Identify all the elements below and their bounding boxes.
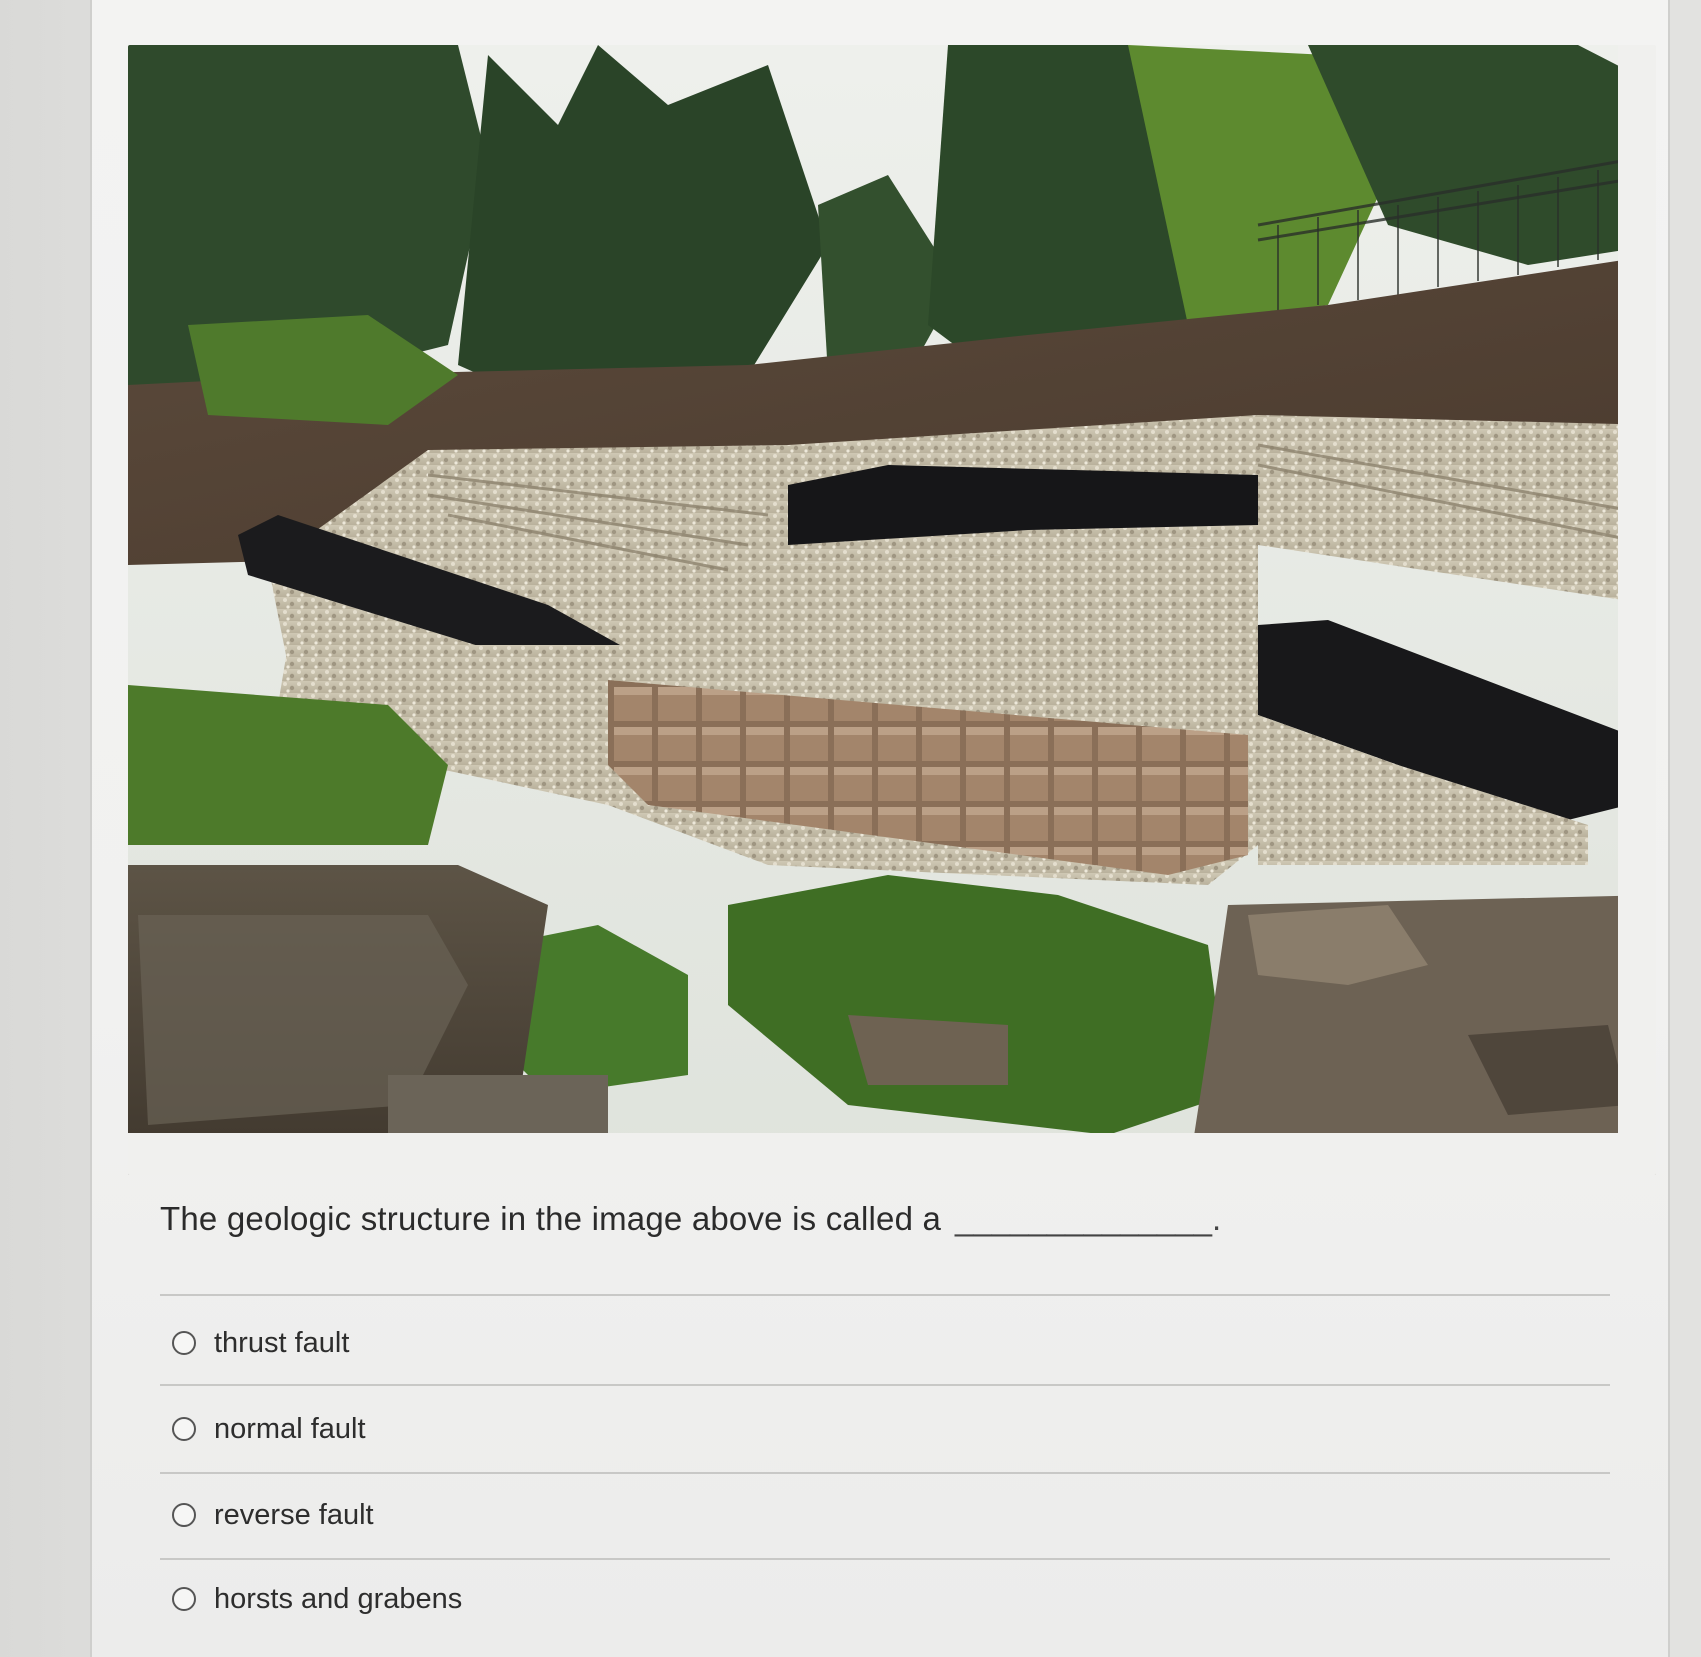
question-blank: ______________. — [955, 1200, 1222, 1237]
option-label: reverse fault — [214, 1498, 374, 1531]
radio-button[interactable] — [172, 1331, 196, 1355]
divider — [160, 1558, 1610, 1560]
option-label: horsts and grabens — [214, 1582, 463, 1615]
divider — [160, 1294, 1610, 1296]
question-image — [128, 45, 1656, 1175]
option-label: thrust fault — [214, 1326, 350, 1359]
screen: The geologic structure in the image abov… — [0, 0, 1701, 1657]
radio-button[interactable] — [172, 1587, 196, 1611]
option-reverse-fault[interactable]: reverse fault — [172, 1490, 374, 1540]
radio-button[interactable] — [172, 1503, 196, 1527]
divider — [160, 1472, 1610, 1474]
divider — [160, 1384, 1610, 1386]
option-normal-fault[interactable]: normal fault — [172, 1404, 366, 1454]
question-text: The geologic structure in the image abov… — [160, 1200, 1460, 1238]
option-thrust-fault[interactable]: thrust fault — [172, 1318, 349, 1368]
radio-button[interactable] — [172, 1417, 196, 1441]
option-horsts-and-grabens[interactable]: horsts and grabens — [172, 1574, 462, 1624]
option-label: normal fault — [214, 1412, 366, 1445]
question-prompt: The geologic structure in the image abov… — [160, 1200, 942, 1237]
